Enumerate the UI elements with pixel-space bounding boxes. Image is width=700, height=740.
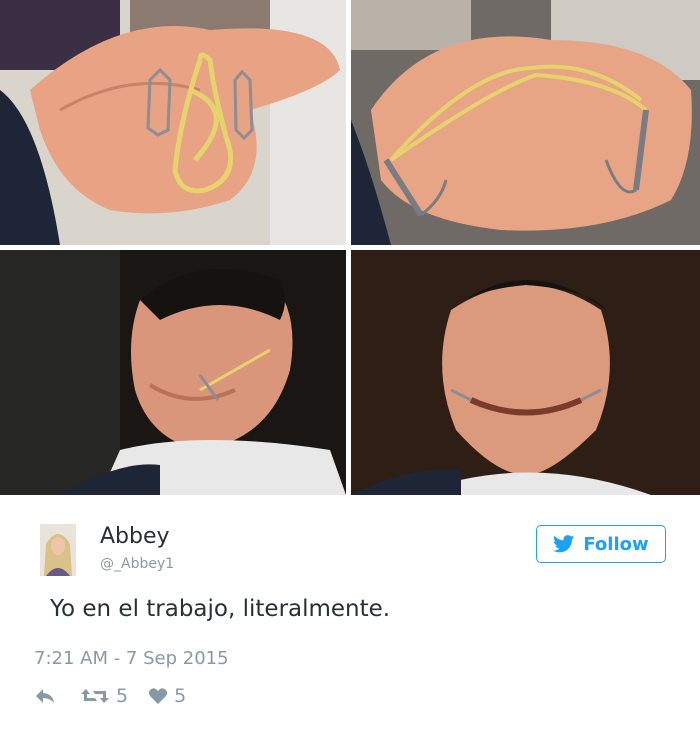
tweet-actions: 5 5 <box>34 683 186 709</box>
author-handle[interactable]: @_Abbey1 <box>100 556 174 572</box>
photo-man-smile[interactable] <box>351 250 700 495</box>
reply-button[interactable] <box>34 687 56 705</box>
photo-contraption[interactable] <box>351 0 700 245</box>
tweet-text: Yo en el trabajo, literalmente. <box>50 596 391 622</box>
like-count: 5 <box>174 685 187 707</box>
retweet-button[interactable]: 5 <box>80 685 128 707</box>
avatar[interactable] <box>40 524 76 576</box>
bird-icon <box>553 535 575 553</box>
retweet-count: 5 <box>116 685 129 707</box>
tweet-timestamp[interactable]: 7:21 AM - 7 Sep 2015 <box>34 648 229 669</box>
like-button[interactable]: 5 <box>148 685 186 707</box>
follow-button[interactable]: Follow <box>536 525 666 563</box>
follow-label: Follow <box>583 533 649 555</box>
heart-icon <box>148 688 168 704</box>
photo-grid <box>0 0 700 495</box>
reply-icon <box>36 689 54 703</box>
photo-hand-items[interactable] <box>0 0 346 245</box>
retweet-icon <box>81 689 109 703</box>
photo-man-profile[interactable] <box>0 250 346 495</box>
author-name[interactable]: Abbey <box>100 524 170 549</box>
